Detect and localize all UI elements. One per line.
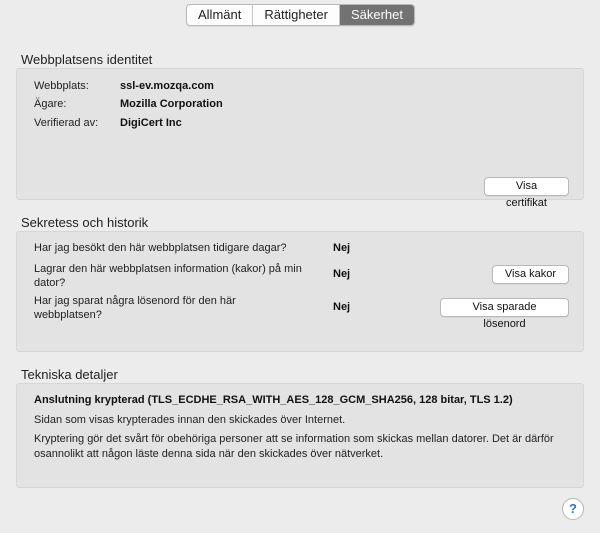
privacy-panel: Har jag besökt den här webbplatsen tidig… — [16, 231, 584, 352]
verified-by-value: DigiCert Inc — [120, 117, 182, 129]
tab-bar: Allmänt Rättigheter Säkerhet — [186, 4, 415, 26]
privacy-section-title: Sekretess och historik — [21, 215, 149, 230]
connection-status: Anslutning krypterad (TLS_ECDHE_RSA_WITH… — [34, 394, 513, 406]
cookies-question: Lagrar den här webbplatsen information (… — [34, 263, 302, 289]
tab-security[interactable]: Säkerhet — [339, 5, 414, 25]
website-value: ssl-ev.mozqa.com — [120, 80, 214, 92]
tab-permissions[interactable]: Rättigheter — [253, 5, 340, 25]
visited-answer: Nej — [333, 242, 351, 254]
cookies-answer: Nej — [333, 268, 351, 280]
technical-panel: Anslutning krypterad (TLS_ECDHE_RSA_WITH… — [16, 383, 584, 488]
encryption-info: Sidan som visas krypterades innan den sk… — [34, 414, 346, 426]
owner-value: Mozilla Corporation — [120, 98, 223, 110]
technical-section-title: Tekniska detaljer — [21, 367, 118, 382]
tab-general[interactable]: Allmänt — [187, 5, 254, 25]
view-cookies-button[interactable]: Visa kakor — [492, 265, 569, 284]
view-certificate-button[interactable]: Visa certifikat — [484, 177, 569, 209]
owner-label: Ägare: — [34, 98, 67, 110]
identity-panel: Webbplats: ssl-ev.mozqa.com Ägare: Mozil… — [16, 68, 584, 209]
passwords-question: Har jag sparat några lösenord för den hä… — [34, 295, 236, 321]
visited-question: Har jag besökt den här webbplatsen tidig… — [34, 242, 287, 254]
website-label: Webbplats: — [34, 80, 89, 92]
help-icon[interactable]: ? — [562, 498, 584, 520]
passwords-answer: Nej — [333, 301, 351, 313]
identity-section-title: Webbplatsens identitet — [21, 52, 153, 67]
view-saved-passwords-button[interactable]: Visa sparade lösenord — [440, 298, 569, 330]
encryption-explanation: Kryptering gör det svårt för obehöriga p… — [34, 433, 554, 460]
verified-by-label: Verifierad av: — [34, 117, 99, 129]
